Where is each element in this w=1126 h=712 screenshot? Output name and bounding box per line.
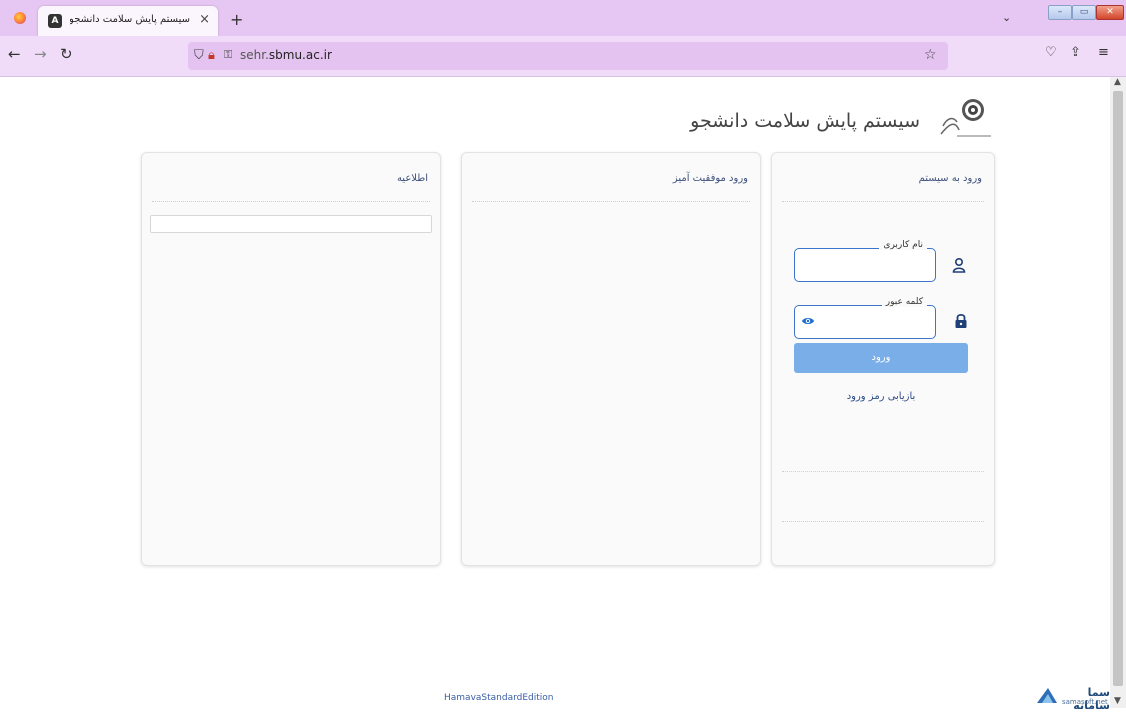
browser-tab-strip: A سیستم پایش سلامت دانشجو × + ⌄ – ▭ ✕ (0, 0, 1126, 36)
lock-slash-icon[interactable]: 🔒︎ (208, 48, 215, 63)
back-arrow-icon[interactable]: ← (8, 45, 21, 63)
angular-tab-icon: A (48, 14, 62, 28)
new-tab-button[interactable]: + (230, 10, 243, 29)
username-label: نام کاربری (879, 240, 927, 250)
reload-icon[interactable]: ↻ (60, 45, 73, 63)
tab-list-chevron-icon[interactable]: ⌄ (1002, 11, 1011, 24)
extensions-icon[interactable]: ⇪ (1070, 45, 1081, 60)
scroll-thumb[interactable] (1113, 91, 1123, 686)
page-scrollbar[interactable]: ▲ ▼ (1110, 77, 1126, 708)
lock-icon (955, 313, 967, 328)
card-divider (472, 201, 750, 202)
card-divider (152, 201, 430, 202)
url-host-domain: sbmu.ac.ir (268, 48, 332, 62)
company-brand: سما سامانه samasoft.net (1030, 684, 1110, 712)
brand-site: samasoft.net (1062, 698, 1108, 706)
window-close-icon[interactable]: ✕ (1096, 5, 1124, 20)
scroll-down-icon[interactable]: ▼ (1114, 696, 1121, 706)
card-divider (782, 201, 984, 202)
university-logo (940, 99, 991, 137)
address-bar[interactable]: ⛉ 🔒︎ ⚿ sehr.sbmu.ac.ir ☆ (188, 42, 948, 70)
password-label: کلمه عبور (881, 297, 927, 307)
browser-navigation-bar: ← → ↻ ⛉ 🔒︎ ⚿ sehr.sbmu.ac.ir ☆ ♡ ⇪ ≡ (0, 36, 1126, 77)
key-icon[interactable]: ⚿ (224, 48, 232, 62)
notice-card-heading: اطلاعیه (396, 173, 428, 184)
notice-card: اطلاعیه (141, 152, 441, 566)
scroll-up-icon[interactable]: ▲ (1114, 77, 1121, 87)
username-field[interactable]: نام کاربری (794, 240, 936, 282)
url-text[interactable]: sehr.sbmu.ac.ir (240, 48, 332, 62)
card-divider (782, 521, 984, 522)
edition-label: HamavaStandardEdition (444, 693, 554, 703)
star-icon[interactable]: ☆ (924, 47, 937, 63)
password-input[interactable] (821, 312, 925, 332)
user-icon (952, 257, 966, 273)
browser-tab[interactable]: A سیستم پایش سلامت دانشجو × (38, 6, 218, 36)
login-button[interactable]: ورود (794, 343, 968, 373)
menu-icon[interactable]: ≡ (1098, 45, 1109, 60)
tab-title: سیستم پایش سلامت دانشجو (70, 14, 190, 25)
firefox-icon[interactable] (14, 12, 26, 24)
recover-password-link[interactable]: بازیابی رمز ورود (794, 391, 968, 402)
tab-close-icon[interactable]: × (199, 12, 210, 27)
shield-icon[interactable]: ⛉ (194, 48, 204, 63)
minimize-icon[interactable]: – (1048, 5, 1072, 20)
password-field[interactable]: کلمه عبور (794, 297, 936, 339)
notice-list-box (150, 215, 432, 233)
success-card-heading: ورود موفقیت آمیز (672, 173, 748, 184)
maximize-icon[interactable]: ▭ (1072, 5, 1096, 20)
url-host-prefix: sehr. (240, 48, 269, 62)
page-title: سیستم پایش سلامت دانشجو (690, 110, 920, 132)
eye-icon[interactable] (801, 314, 815, 328)
username-input[interactable] (821, 255, 925, 275)
login-card-heading: ورود به سیستم (918, 173, 982, 184)
window-controls: – ▭ ✕ (1048, 5, 1124, 20)
forward-arrow-icon[interactable]: → (34, 45, 47, 63)
login-card: ورود به سیستم نام کاربری کلمه عبور ورود … (771, 152, 995, 566)
brand-logo-icon (1037, 688, 1057, 703)
success-login-card: ورود موفقیت آمیز (461, 152, 761, 566)
pocket-icon[interactable]: ♡ (1045, 45, 1057, 60)
card-divider (782, 471, 984, 472)
